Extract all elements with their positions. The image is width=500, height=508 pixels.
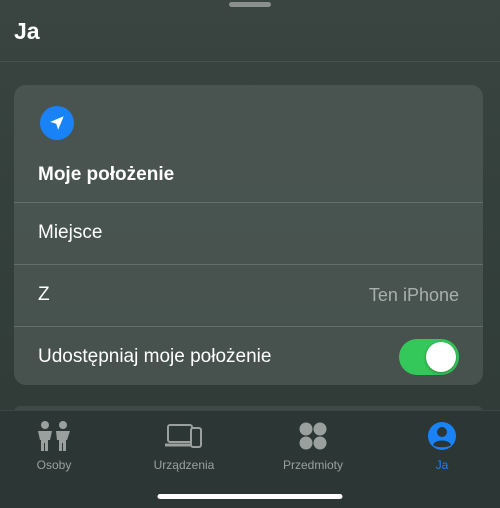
- home-indicator[interactable]: [157, 494, 343, 499]
- tab-items[interactable]: Przedmioty: [263, 419, 363, 472]
- row-label-place: Miejsce: [38, 222, 103, 243]
- header-divider: [0, 61, 500, 62]
- card-title: Moje położenie: [38, 164, 175, 185]
- items-icon: [298, 419, 328, 453]
- row-label-share: Udostępniaj moje położenie: [38, 346, 272, 367]
- tab-label: Urządzenia: [153, 458, 215, 472]
- devices-icon: [164, 419, 204, 453]
- tab-label: Przedmioty: [282, 458, 344, 472]
- person-circle-icon: [427, 419, 457, 453]
- row-divider: [14, 264, 483, 265]
- page-title: Ja: [14, 18, 40, 44]
- row-from[interactable]: Z Ten iPhone: [14, 264, 483, 326]
- tab-bar: Osoby Urządzenia Przedmioty Ja: [0, 410, 500, 508]
- location-arrow-icon: [40, 106, 74, 140]
- sheet-grabber[interactable]: [229, 2, 271, 7]
- tab-me[interactable]: Ja: [392, 419, 492, 472]
- toggle-knob: [426, 342, 456, 372]
- row-value-from: Ten iPhone: [368, 284, 459, 305]
- row-share-location: Udostępniaj moje położenie: [14, 326, 483, 385]
- people-icon: [34, 419, 74, 453]
- tab-label: Osoby: [36, 458, 72, 472]
- tab-people[interactable]: Osoby: [4, 419, 104, 472]
- row-divider: [14, 326, 483, 327]
- share-location-toggle[interactable]: [399, 339, 459, 375]
- tab-label: Ja: [435, 458, 449, 472]
- my-location-card: Moje położenie Miejsce Z Ten iPhone Udos…: [14, 85, 483, 385]
- row-label-from: Z: [38, 284, 50, 305]
- row-divider: [14, 202, 483, 203]
- row-place[interactable]: Miejsce: [14, 202, 483, 264]
- tab-devices[interactable]: Urządzenia: [134, 419, 234, 472]
